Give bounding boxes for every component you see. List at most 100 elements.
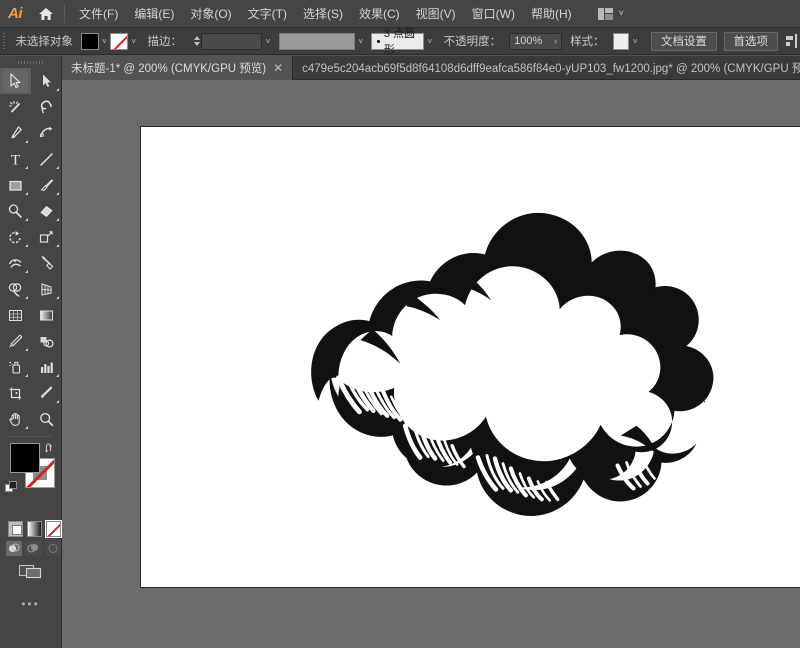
artboard[interactable] bbox=[140, 126, 800, 588]
gradient-mode-button[interactable] bbox=[27, 521, 42, 537]
graphic-style-swatch[interactable] bbox=[612, 32, 630, 50]
tool-flyout-indicator-icon bbox=[25, 296, 28, 299]
none-mode-button[interactable] bbox=[45, 520, 62, 538]
workspace-switcher[interactable]: ˅ bbox=[594, 3, 628, 25]
line-segment-tool[interactable] bbox=[31, 146, 62, 172]
width-tool[interactable] bbox=[0, 250, 31, 276]
direct-selection-tool[interactable] bbox=[31, 68, 62, 94]
draw-inside-button[interactable] bbox=[44, 541, 61, 556]
slice-tool[interactable] bbox=[31, 380, 62, 406]
draw-normal-button[interactable] bbox=[6, 541, 23, 556]
tab-untitled-1[interactable]: 未标题-1* @ 200% (CMYK/GPU 预览) ✕ bbox=[62, 56, 294, 80]
fill-color-swatch[interactable] bbox=[80, 32, 99, 50]
draw-behind-button[interactable] bbox=[25, 541, 42, 556]
tool-flyout-indicator-icon bbox=[25, 166, 28, 169]
rotate-tool[interactable] bbox=[0, 224, 31, 250]
mesh-tool[interactable] bbox=[0, 302, 31, 328]
default-fill-stroke-icon[interactable] bbox=[5, 481, 18, 494]
symbol-sprayer-tool[interactable] bbox=[0, 354, 31, 380]
preferences-button[interactable]: 首选项 bbox=[723, 31, 779, 51]
fill-chevron-down-icon[interactable]: ˅ bbox=[99, 33, 111, 50]
tab-jpg-document[interactable]: c479e5c204acb69f5d8f64108d6dff9eafca586f… bbox=[293, 56, 800, 80]
pen-tool[interactable] bbox=[0, 120, 31, 146]
curvature-tool[interactable] bbox=[31, 120, 62, 146]
tool-flyout-indicator-icon bbox=[56, 192, 59, 195]
menu-file[interactable]: 文件(F) bbox=[71, 0, 126, 28]
style-label: 样式： bbox=[570, 36, 605, 48]
column-graph-tool[interactable] bbox=[31, 354, 62, 380]
menubar-divider bbox=[64, 4, 65, 23]
menu-bar: Ai 文件(F) 编辑(E) 对象(O) 文字(T) 选择(S) 效果(C) 视… bbox=[0, 0, 800, 28]
menu-effect[interactable]: 效果(C) bbox=[351, 0, 408, 28]
hand-tool[interactable] bbox=[0, 406, 31, 432]
stroke-weight-input[interactable] bbox=[201, 32, 263, 50]
shaper-tool[interactable] bbox=[0, 198, 31, 224]
color-mode-button[interactable] bbox=[8, 521, 23, 537]
gradient-tool[interactable] bbox=[31, 302, 62, 328]
opacity-value: 100% bbox=[514, 35, 543, 47]
stroke-chevron-down-icon[interactable]: ˅ bbox=[128, 33, 140, 50]
selection-tool[interactable] bbox=[0, 68, 31, 94]
shape-builder-tool[interactable] bbox=[0, 276, 31, 302]
draw-mode-row bbox=[0, 537, 61, 556]
canvas-area[interactable] bbox=[62, 80, 800, 648]
svg-text:T: T bbox=[11, 152, 20, 168]
menu-window[interactable]: 窗口(W) bbox=[464, 0, 523, 28]
fill-color-swatch-large[interactable] bbox=[10, 443, 40, 473]
type-tool[interactable]: T bbox=[0, 146, 31, 172]
close-icon[interactable]: ✕ bbox=[273, 62, 283, 74]
tools-panel-grip[interactable] bbox=[0, 56, 61, 68]
menu-object[interactable]: 对象(O) bbox=[182, 0, 239, 28]
tool-grid: T bbox=[0, 68, 61, 432]
opacity-input[interactable]: 100% › bbox=[509, 32, 563, 50]
tool-flyout-indicator-icon bbox=[25, 140, 28, 143]
paintbrush-tool[interactable] bbox=[31, 172, 62, 198]
menu-edit[interactable]: 编辑(E) bbox=[126, 0, 182, 28]
tool-flyout-indicator-icon bbox=[56, 166, 59, 169]
lasso-tool[interactable] bbox=[31, 94, 62, 120]
rectangle-tool[interactable] bbox=[0, 172, 31, 198]
menu-help[interactable]: 帮助(H) bbox=[523, 0, 580, 28]
tool-flyout-indicator-icon bbox=[25, 374, 28, 377]
zoom-tool[interactable] bbox=[31, 406, 62, 432]
align-objects-icon[interactable] bbox=[784, 33, 800, 49]
screen-mode-button[interactable] bbox=[18, 562, 44, 585]
perspective-grid-tool[interactable] bbox=[31, 276, 62, 302]
style-chevron-down-icon[interactable]: ˅ bbox=[629, 33, 641, 50]
edit-toolbar-button[interactable]: ••• bbox=[0, 585, 61, 611]
tool-flyout-indicator-icon bbox=[25, 192, 28, 195]
fill-stroke-controls bbox=[0, 441, 61, 515]
scale-tool[interactable] bbox=[31, 224, 62, 250]
menu-select[interactable]: 选择(S) bbox=[295, 0, 351, 28]
app-logo: Ai bbox=[8, 5, 23, 22]
brush-chevron-down-icon[interactable]: ˅ bbox=[424, 33, 436, 50]
tool-flyout-indicator-icon bbox=[56, 218, 59, 221]
variable-width-profile-select[interactable] bbox=[278, 32, 355, 50]
tab-title: 未标题-1* @ 200% (CMYK/GPU 预览) bbox=[71, 63, 267, 75]
control-bar-grip[interactable] bbox=[0, 28, 7, 55]
control-bar: 未选择对象 ˅ ˅ 描边： ˅ ˅ 3 点圆形 ˅ 不透明度： 100% › 样… bbox=[0, 28, 800, 56]
menu-view[interactable]: 视图(V) bbox=[408, 0, 464, 28]
stroke-weight-chevron-down-icon[interactable]: ˅ bbox=[262, 33, 274, 50]
tool-flyout-indicator-icon bbox=[56, 400, 59, 403]
stroke-weight-label: 描边： bbox=[147, 36, 182, 48]
tools-panel-divider bbox=[8, 436, 53, 437]
variable-width-chevron-down-icon[interactable]: ˅ bbox=[355, 33, 367, 50]
opacity-chevron-icon[interactable]: › bbox=[554, 36, 557, 46]
menu-type[interactable]: 文字(T) bbox=[240, 0, 295, 28]
artboard-tool[interactable] bbox=[0, 380, 31, 406]
stroke-color-swatch[interactable] bbox=[110, 32, 128, 50]
free-transform-tool[interactable] bbox=[31, 250, 62, 276]
blend-tool[interactable] bbox=[31, 328, 62, 354]
swap-fill-stroke-icon[interactable] bbox=[44, 441, 56, 453]
stroke-weight-stepper[interactable] bbox=[192, 33, 201, 50]
document-setup-button[interactable]: 文档设置 bbox=[650, 31, 717, 51]
eyedropper-tool[interactable] bbox=[0, 328, 31, 354]
home-icon[interactable] bbox=[30, 0, 62, 28]
eraser-tool[interactable] bbox=[31, 198, 62, 224]
workspace-switcher-icon bbox=[597, 7, 613, 20]
brush-definition-select[interactable]: 3 点圆形 bbox=[371, 28, 425, 56]
color-mode-row bbox=[0, 519, 62, 538]
magic-wand-tool[interactable] bbox=[0, 94, 31, 120]
brush-definition-label: 3 点圆形 bbox=[383, 28, 416, 56]
